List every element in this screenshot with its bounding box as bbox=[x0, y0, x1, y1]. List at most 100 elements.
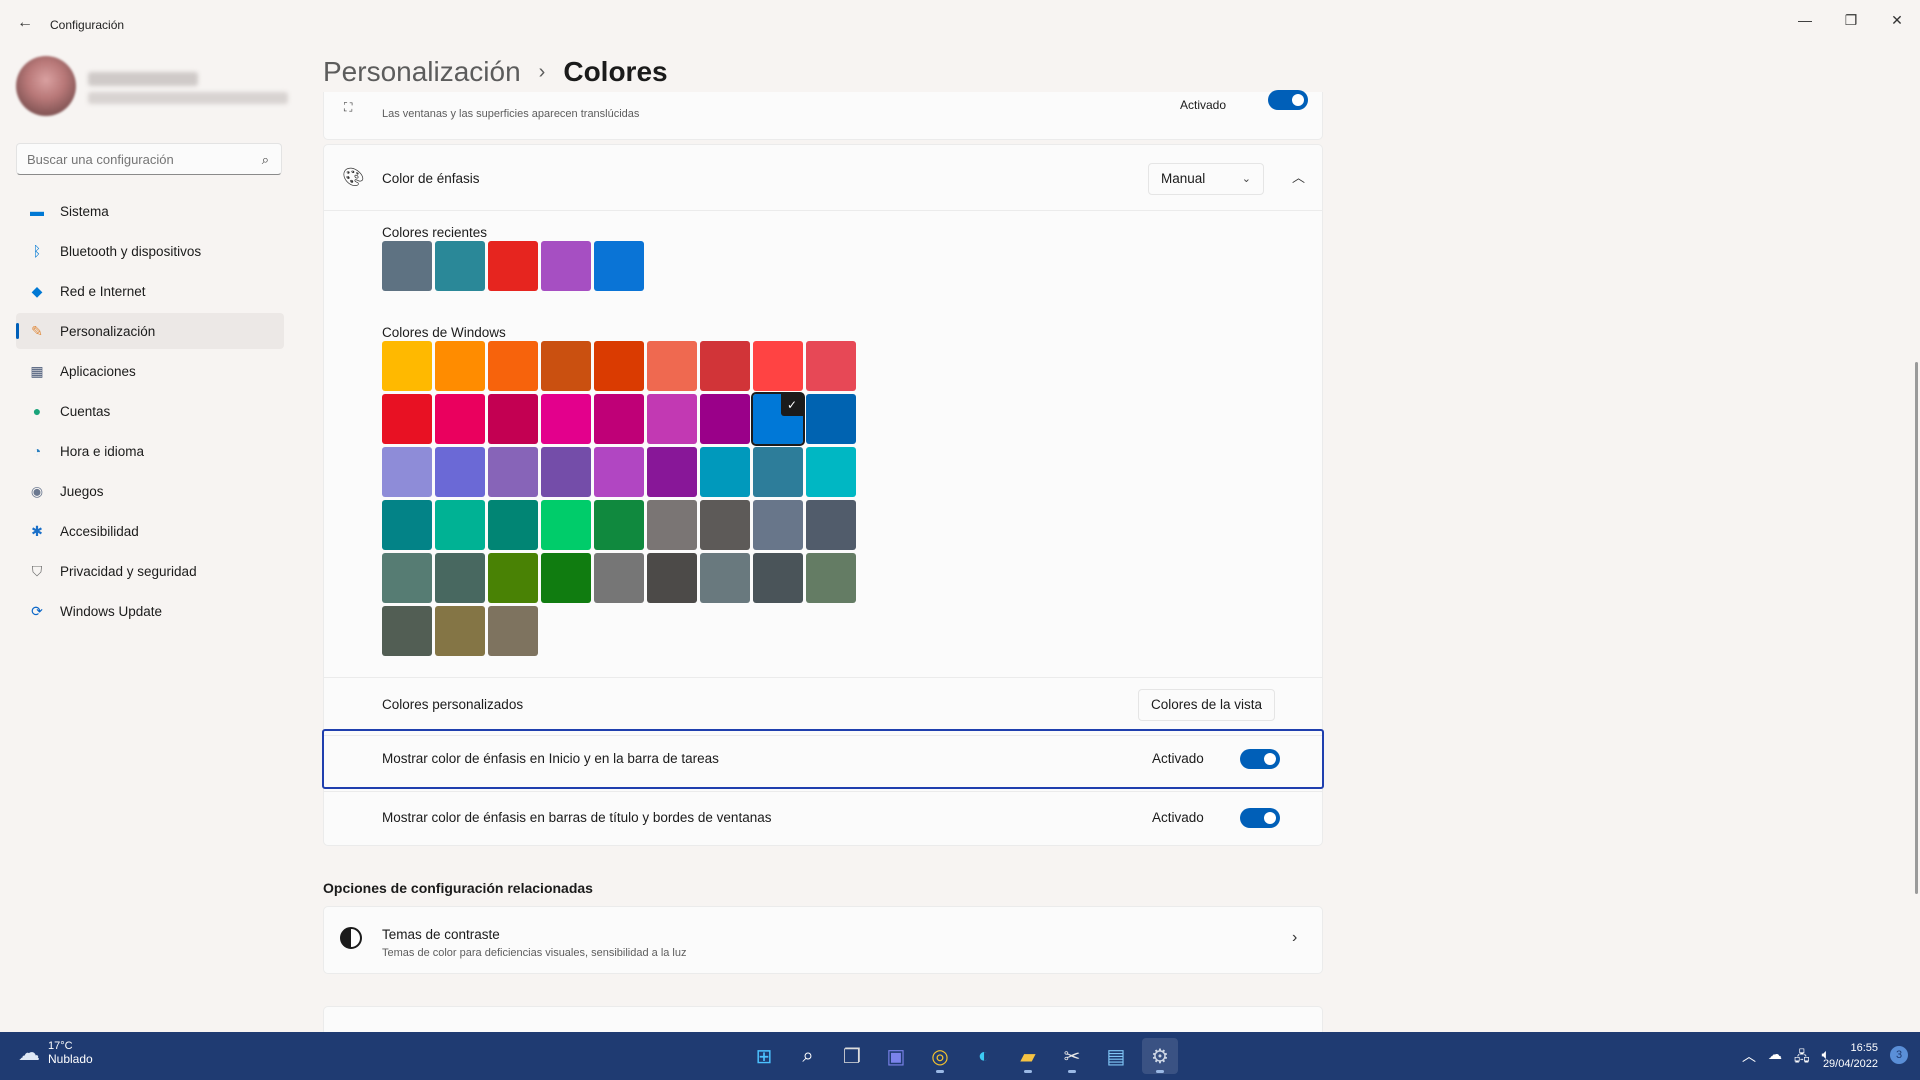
chrome-icon[interactable]: ◎ bbox=[922, 1038, 958, 1074]
related-settings-title: Opciones de configuración relacionadas bbox=[323, 880, 593, 896]
sidebar-item-sistema[interactable]: ▬ Sistema bbox=[16, 193, 284, 229]
maximize-button[interactable]: ❐ bbox=[1828, 6, 1874, 34]
windows-color-swatch[interactable] bbox=[541, 500, 591, 550]
windows-color-swatch[interactable] bbox=[435, 500, 485, 550]
windows-color-swatch[interactable] bbox=[700, 447, 750, 497]
windows-color-swatch[interactable] bbox=[806, 341, 856, 391]
windows-color-swatch[interactable] bbox=[594, 394, 644, 444]
windows-color-swatch[interactable] bbox=[488, 447, 538, 497]
search-box[interactable]: ⌕ bbox=[16, 143, 282, 175]
windows-color-swatch[interactable] bbox=[435, 606, 485, 656]
windows-color-swatch[interactable] bbox=[594, 447, 644, 497]
sidebar-item-aplicaciones[interactable]: ▦ Aplicaciones bbox=[16, 353, 284, 389]
windows-color-swatch[interactable] bbox=[382, 500, 432, 550]
clock[interactable]: 16:55 29/04/2022 bbox=[1823, 1040, 1878, 1072]
minimize-button[interactable]: — bbox=[1782, 6, 1828, 34]
notification-badge[interactable]: 3 bbox=[1890, 1046, 1908, 1064]
windows-color-swatch[interactable] bbox=[806, 447, 856, 497]
search-icon[interactable]: ⌕ bbox=[262, 152, 269, 168]
windows-color-swatch[interactable] bbox=[382, 341, 432, 391]
sidebar-item-cuentas[interactable]: ● Cuentas bbox=[16, 393, 284, 429]
windows-color-swatch[interactable] bbox=[541, 447, 591, 497]
onedrive-cloud-icon[interactable]: ☁ bbox=[1768, 1046, 1782, 1070]
windows-color-swatch[interactable] bbox=[594, 553, 644, 603]
sidebar-item-bluetooth-y-dispositivos[interactable]: ᛒ Bluetooth y dispositivos bbox=[16, 233, 284, 269]
sidebar-item-juegos[interactable]: ◉ Juegos bbox=[16, 473, 284, 509]
windows-color-swatch[interactable] bbox=[435, 553, 485, 603]
windows-color-swatch[interactable] bbox=[806, 553, 856, 603]
recent-color-swatch[interactable] bbox=[382, 241, 432, 291]
transparency-toggle[interactable] bbox=[1268, 90, 1308, 110]
network-icon[interactable]: 🖧︎ bbox=[1794, 1046, 1810, 1070]
windows-color-swatch[interactable] bbox=[647, 500, 697, 550]
search-input[interactable] bbox=[17, 144, 237, 174]
windows-color-swatch[interactable] bbox=[806, 394, 856, 444]
sidebar-item-personalización[interactable]: ✎ Personalización bbox=[16, 313, 284, 349]
windows-color-swatch[interactable] bbox=[753, 553, 803, 603]
windows-color-swatch[interactable]: ✓ bbox=[751, 392, 805, 446]
user-profile[interactable] bbox=[16, 56, 288, 116]
windows-color-swatch[interactable] bbox=[488, 394, 538, 444]
recent-color-swatch[interactable] bbox=[594, 241, 644, 291]
windows-color-swatch[interactable] bbox=[382, 606, 432, 656]
windows-color-swatch[interactable] bbox=[488, 553, 538, 603]
accent-mode-dropdown[interactable]: Manual ⌄ bbox=[1148, 163, 1264, 195]
windows-color-swatch[interactable] bbox=[647, 394, 697, 444]
windows-color-swatch[interactable] bbox=[435, 341, 485, 391]
windows-color-swatch[interactable] bbox=[700, 394, 750, 444]
task-view-icon[interactable]: ❐ bbox=[834, 1038, 870, 1074]
windows-color-swatch[interactable] bbox=[700, 341, 750, 391]
windows-color-swatch[interactable] bbox=[541, 394, 591, 444]
file-explorer-icon[interactable]: ▰ bbox=[1010, 1038, 1046, 1074]
windows-color-swatch[interactable] bbox=[806, 500, 856, 550]
windows-color-swatch[interactable] bbox=[382, 553, 432, 603]
windows-color-swatch[interactable] bbox=[488, 341, 538, 391]
windows-start-icon[interactable]: ⊞ bbox=[746, 1038, 782, 1074]
notepad-icon[interactable]: ▤ bbox=[1098, 1038, 1134, 1074]
back-arrow-icon[interactable]: ← bbox=[14, 12, 36, 34]
windows-color-swatch[interactable] bbox=[541, 341, 591, 391]
weather-widget[interactable]: ☁ 17°C Nublado bbox=[18, 1040, 93, 1066]
scrollbar[interactable] bbox=[1915, 362, 1918, 894]
windows-color-swatch[interactable] bbox=[700, 500, 750, 550]
show-accent-titlebars-toggle[interactable] bbox=[1240, 808, 1280, 828]
breadcrumb-parent[interactable]: Personalización bbox=[323, 56, 521, 88]
sidebar-item-privacidad-y-seguridad[interactable]: ⛉ Privacidad y seguridad bbox=[16, 553, 284, 589]
accent-color-header[interactable]: 🎨︎ Color de énfasis Manual ⌄ ︿ bbox=[324, 145, 1322, 211]
sidebar-item-accesibilidad[interactable]: ✱ Accesibilidad bbox=[16, 513, 284, 549]
contrast-themes-card[interactable]: Temas de contraste Temas de color para d… bbox=[323, 906, 1323, 974]
settings-icon[interactable]: ⚙ bbox=[1142, 1038, 1178, 1074]
sidebar-item-hora-e-idioma[interactable]: ◔ Hora e idioma bbox=[16, 433, 284, 469]
windows-color-swatch[interactable] bbox=[753, 447, 803, 497]
recent-color-swatch[interactable] bbox=[435, 241, 485, 291]
system-tray: ︿ ☁ 🖧︎ 🔈︎ bbox=[1730, 1046, 1830, 1070]
show-accent-start-toggle[interactable] bbox=[1240, 749, 1280, 769]
windows-color-swatch[interactable] bbox=[647, 341, 697, 391]
windows-color-swatch[interactable] bbox=[435, 447, 485, 497]
windows-color-swatch[interactable] bbox=[488, 606, 538, 656]
recent-color-swatch[interactable] bbox=[541, 241, 591, 291]
windows-color-swatch[interactable] bbox=[700, 553, 750, 603]
windows-color-swatch[interactable] bbox=[594, 341, 644, 391]
recent-color-swatch[interactable] bbox=[488, 241, 538, 291]
windows-color-swatch[interactable] bbox=[541, 553, 591, 603]
snipping-tool-icon[interactable]: ✂ bbox=[1054, 1038, 1090, 1074]
close-button[interactable]: ✕ bbox=[1874, 6, 1920, 34]
windows-color-swatch[interactable] bbox=[382, 394, 432, 444]
sidebar-item-red-e-internet[interactable]: ◆ Red e Internet bbox=[16, 273, 284, 309]
windows-color-swatch[interactable] bbox=[488, 500, 538, 550]
windows-color-swatch[interactable] bbox=[647, 553, 697, 603]
windows-color-swatch[interactable] bbox=[753, 341, 803, 391]
windows-color-swatch[interactable] bbox=[647, 447, 697, 497]
windows-color-swatch[interactable] bbox=[382, 447, 432, 497]
windows-color-swatch[interactable] bbox=[594, 500, 644, 550]
teams-chat-icon[interactable]: ▣ bbox=[878, 1038, 914, 1074]
view-colors-button[interactable]: Colores de la vista bbox=[1138, 689, 1276, 721]
sidebar-item-windows-update[interactable]: ⟳ Windows Update bbox=[16, 593, 284, 629]
search-icon[interactable]: ⌕ bbox=[790, 1038, 826, 1074]
chevron-up-icon[interactable]: ︿ bbox=[1292, 167, 1305, 186]
windows-color-swatch[interactable] bbox=[753, 500, 803, 550]
edge-icon[interactable]: ◐ bbox=[966, 1038, 1002, 1074]
chevron-up-icon[interactable]: ︿ bbox=[1742, 1046, 1756, 1070]
windows-color-swatch[interactable] bbox=[435, 394, 485, 444]
